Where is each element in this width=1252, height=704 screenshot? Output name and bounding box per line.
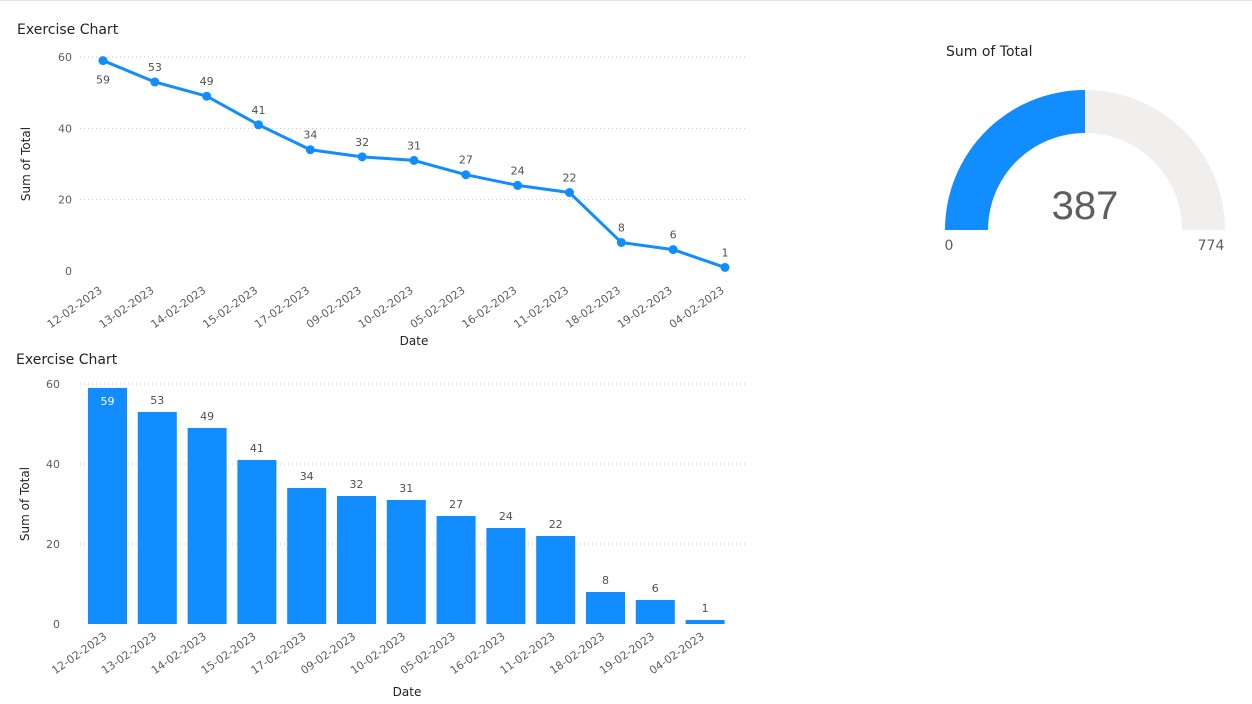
line-x-tick-label: 17-02-2023: [252, 284, 312, 331]
bar-data-label: 6: [652, 582, 659, 595]
bar-x-tick-label: 19-02-2023: [597, 630, 657, 677]
bar[interactable]: [436, 516, 476, 624]
bar-data-label: 1: [702, 602, 709, 615]
line-point[interactable]: [357, 152, 367, 162]
bar-x-tick-label: 14-02-2023: [149, 630, 209, 677]
line-data-label: 27: [459, 154, 473, 167]
bar-data-label: 24: [499, 510, 513, 523]
bar-y-tick-label: 0: [53, 618, 60, 631]
line-data-label: 34: [303, 129, 317, 142]
line-y-tick-label: 40: [58, 122, 72, 135]
bar-chart-visual[interactable]: Exercise Chart 0 20 40 60 12-02-2023 13-02-20…: [0, 345, 760, 704]
line-y-tick-label: 0: [65, 265, 72, 278]
bar-x-tick-label: 13-02-2023: [99, 630, 159, 677]
line-point[interactable]: [461, 170, 471, 180]
line-point[interactable]: [565, 188, 574, 198]
bar-data-label: 41: [250, 442, 264, 455]
line-data-label: 24: [511, 164, 525, 177]
bar[interactable]: [685, 620, 725, 624]
line-x-tick-label: 13-02-2023: [97, 284, 157, 331]
bar-x-tick-label: 12-02-2023: [49, 630, 109, 677]
line-point[interactable]: [98, 56, 108, 66]
line-point[interactable]: [513, 180, 523, 190]
bar-x-tick-label: 11-02-2023: [498, 630, 558, 677]
bar-data-label: 27: [449, 498, 463, 511]
line-x-tick-label: 09-02-2023: [304, 284, 364, 331]
bar[interactable]: [536, 536, 576, 624]
bar-data-label: 22: [549, 518, 563, 531]
line-x-tick-label: 05-02-2023: [408, 284, 468, 331]
bar-data-label: 49: [200, 410, 214, 423]
bar-y-axis-title: Sum of Total: [18, 467, 32, 541]
top-divider: [0, 0, 1252, 1]
bar-x-tick-label: 16-02-2023: [448, 630, 508, 677]
line-point[interactable]: [254, 120, 263, 130]
line-y-tick-label: 60: [58, 51, 72, 64]
bar[interactable]: [486, 528, 526, 624]
line-point[interactable]: [305, 145, 315, 155]
line-data-label: 32: [355, 136, 369, 149]
line-x-tick-label: 12-02-2023: [45, 284, 105, 331]
bar-chart: 0 20 40 60 12-02-202313-02-202314-02-202315-…: [18, 378, 745, 699]
line-y-tick-label: 20: [58, 194, 72, 207]
line-x-tick-label: 15-02-2023: [200, 284, 260, 331]
line-x-tick-label: 04-02-2023: [667, 284, 727, 331]
line-point[interactable]: [409, 155, 419, 165]
line-chart-visual[interactable]: Exercise Chart 0 20 40 60 12-02-2023 13-02-20…: [0, 14, 760, 354]
gauge-chart: 387 0 774: [945, 90, 1225, 254]
bar[interactable]: [386, 500, 426, 624]
bar-data-label: 59: [101, 395, 115, 408]
bar[interactable]: [586, 592, 625, 624]
gauge-max-label: 774: [1198, 238, 1225, 254]
line-data-label: 41: [252, 104, 266, 117]
line-y-axis-title: Sum of Total: [19, 127, 33, 201]
line-data-label: 1: [722, 246, 729, 259]
gauge-visual[interactable]: Sum of Total 387 0 774: [930, 30, 1240, 270]
line-data-label: 31: [407, 139, 421, 152]
gauge-value-label: 387: [1052, 184, 1119, 228]
bar-x-tick-label: 04-02-2023: [647, 630, 707, 677]
bar-data-label: 31: [399, 482, 413, 495]
bar[interactable]: [187, 428, 227, 624]
bar-data-label: 8: [602, 574, 609, 587]
line-chart: 0 20 40 60 12-02-202313-02-202314-02-202315-…: [19, 51, 745, 348]
line-data-label: 6: [670, 229, 677, 242]
line-x-tick-label: 16-02-2023: [460, 284, 520, 331]
line-x-tick-label: 19-02-2023: [615, 284, 675, 331]
bar[interactable]: [635, 600, 675, 624]
bar-data-label: 32: [350, 478, 364, 491]
bar[interactable]: [337, 496, 376, 624]
bar[interactable]: [137, 412, 177, 624]
line-point[interactable]: [616, 237, 626, 247]
line-data-label: 53: [148, 61, 162, 74]
bar[interactable]: [287, 488, 327, 624]
bar-x-tick-label: 15-02-2023: [199, 630, 259, 677]
bar-data-label: 34: [300, 470, 314, 483]
line-data-label: 8: [618, 221, 625, 234]
bar-data-label: 53: [150, 394, 164, 407]
bar-x-tick-label: 18-02-2023: [547, 630, 607, 677]
line-point[interactable]: [668, 245, 678, 255]
line-data-label: 22: [563, 172, 577, 185]
bar-y-tick-label: 60: [46, 378, 60, 391]
gauge-min-label: 0: [945, 238, 954, 254]
line-point[interactable]: [202, 91, 212, 101]
bar-x-tick-label: 05-02-2023: [398, 630, 458, 677]
bar-x-tick-label: 10-02-2023: [348, 630, 408, 677]
bar-y-tick-label: 20: [46, 538, 60, 551]
line-x-tick-label: 11-02-2023: [511, 284, 571, 331]
line-data-label: 49: [200, 75, 214, 88]
bar[interactable]: [88, 388, 127, 624]
line-x-tick-label: 14-02-2023: [149, 284, 209, 331]
bar-y-tick-label: 40: [46, 458, 60, 471]
line-x-tick-label: 18-02-2023: [563, 284, 623, 331]
bar[interactable]: [237, 460, 277, 624]
line-point[interactable]: [150, 77, 160, 87]
bar-x-tick-label: 17-02-2023: [249, 630, 309, 677]
line-x-tick-label: 10-02-2023: [356, 284, 416, 331]
line-data-label: 59: [96, 74, 110, 87]
bar-x-tick-label: 09-02-2023: [298, 630, 358, 677]
line-point[interactable]: [720, 262, 730, 272]
bar-x-axis-title: Date: [393, 685, 422, 699]
